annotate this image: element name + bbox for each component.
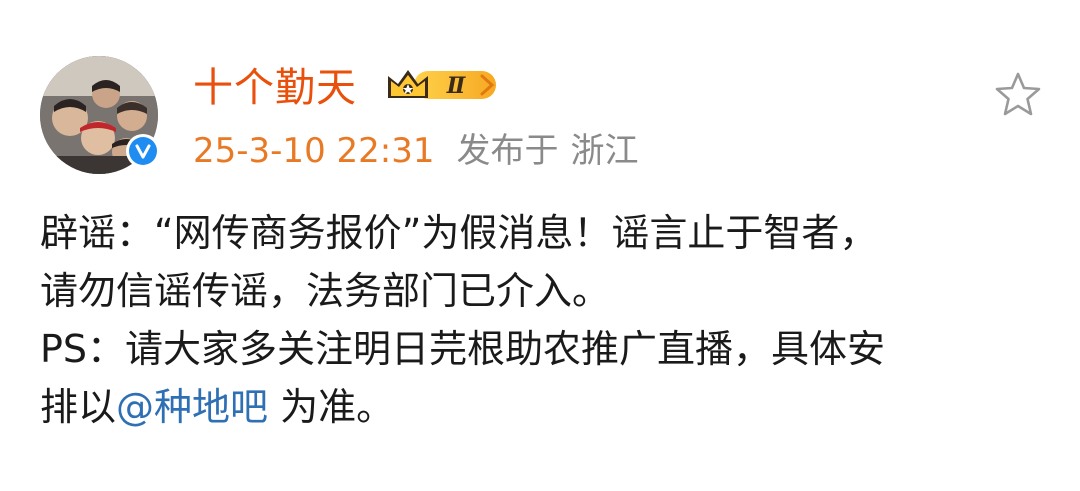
post-content: 辟谣：“网传商务报价”为假消息！谣言止于智者， 请勿信谣传谣，法务部门已介入。 … xyxy=(40,204,1050,436)
content-text: 排以 xyxy=(40,385,117,429)
content-line: 辟谣：“网传商务报价”为假消息！谣言止于智者， xyxy=(40,211,878,255)
username[interactable]: 十个勤天 xyxy=(193,62,357,114)
mention-link[interactable]: @种地吧 xyxy=(116,385,268,429)
avatar-container[interactable] xyxy=(40,56,160,174)
content-line: 排以@种地吧 为准。 xyxy=(40,378,1050,436)
star-outline-icon xyxy=(995,72,1041,116)
location-prefix: 发布于 xyxy=(456,131,559,171)
weibo-post: 十个勤天 Ⅱ 25-3-10 22:31发布于浙江 辟谣：“网传商务报价”为 xyxy=(0,0,1080,491)
crown-vip-icon: Ⅱ xyxy=(388,70,496,99)
post-location: 浙江 xyxy=(570,131,639,171)
verified-icon xyxy=(135,144,151,159)
verified-badge xyxy=(126,134,160,168)
content-line: 请勿信谣传谣，法务部门已介入。 xyxy=(40,269,611,313)
content-text: 为准。 xyxy=(268,385,395,429)
content-line: PS：请大家多关注明日芫根助农推广直播，具体安 xyxy=(40,327,886,371)
post-timestamp: 25-3-10 22:31 xyxy=(193,131,435,171)
vip-badge[interactable]: Ⅱ xyxy=(384,62,502,106)
post-meta: 25-3-10 22:31 发布于 浙江 xyxy=(193,128,639,174)
favorite-button[interactable] xyxy=(990,66,1046,122)
vip-level-text: Ⅱ xyxy=(446,73,467,99)
